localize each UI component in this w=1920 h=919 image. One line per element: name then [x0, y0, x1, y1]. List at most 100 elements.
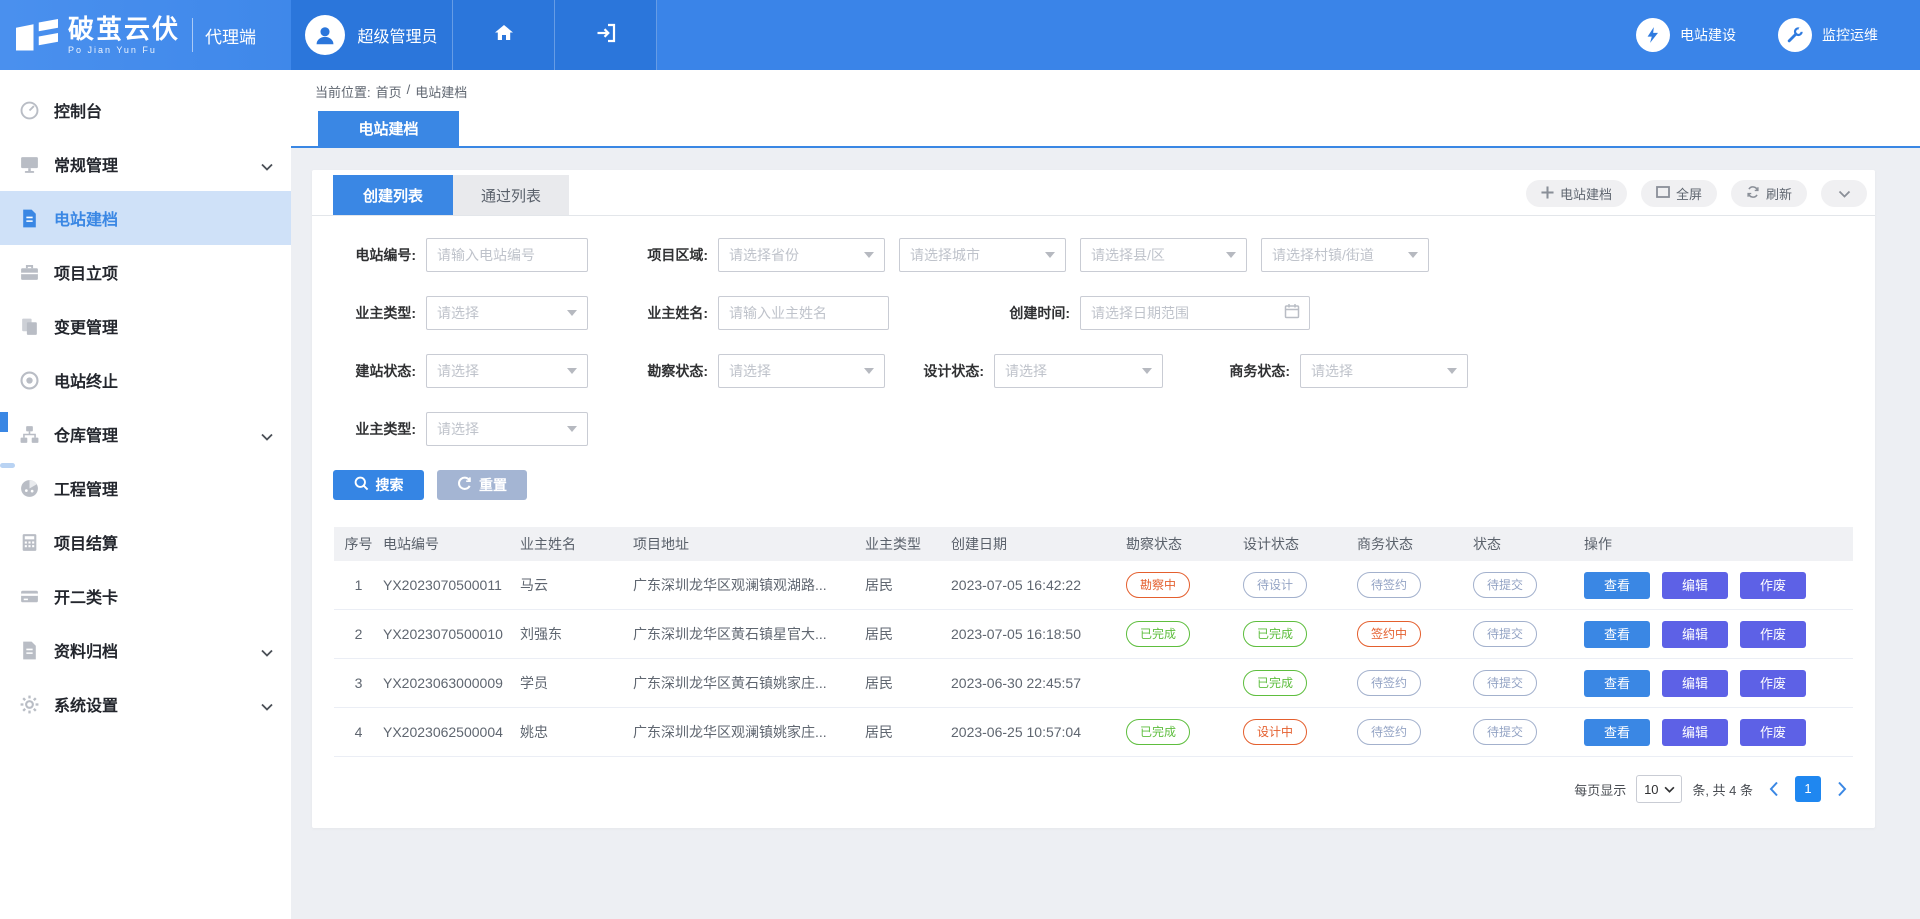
owner-type2-placeholder: 请选择: [437, 419, 479, 439]
next-page-button[interactable]: [1831, 776, 1853, 802]
create-station-button[interactable]: 电站建档: [1526, 180, 1627, 207]
edit-button[interactable]: 编辑: [1662, 572, 1728, 599]
table-row: 1 YX2023070500011 马云 广东深圳龙华区观澜镇观湖路... 居民…: [334, 561, 1853, 610]
archive-icon: [18, 639, 40, 661]
per-page-label: 每页显示: [1574, 780, 1626, 799]
home-button[interactable]: [453, 0, 555, 70]
tab-passed-list[interactable]: 通过列表: [453, 175, 569, 215]
tab-create-list[interactable]: 创建列表: [333, 175, 453, 215]
county-select[interactable]: 请选择县/区: [1080, 238, 1247, 272]
table-row: 3 YX2023063000009 学员 广东深圳龙华区黄石镇姚家庄... 居民…: [334, 659, 1853, 708]
void-button[interactable]: 作废: [1740, 719, 1806, 746]
status-badge: 已完成: [1243, 621, 1307, 647]
logo-icon: [16, 15, 58, 56]
owner-name-field: [718, 296, 889, 330]
owner-type2-select[interactable]: 请选择: [426, 412, 588, 446]
cell-sn: 1: [334, 577, 383, 593]
edit-button[interactable]: 编辑: [1662, 621, 1728, 648]
cell-created: 2023-06-25 10:57:04: [951, 724, 1126, 740]
sidebar-item-project-initiation[interactable]: 项目立项: [0, 245, 291, 299]
city-select[interactable]: 请选择城市: [899, 238, 1066, 272]
owner-type-label: 业主类型:: [316, 296, 416, 330]
calculator-icon: [18, 531, 40, 553]
page-tab-station-filing[interactable]: 电站建档: [318, 111, 459, 146]
col-header-owner: 业主姓名: [520, 534, 633, 554]
sidebar-item-open-type2-card[interactable]: 开二类卡: [0, 569, 291, 623]
refresh-button[interactable]: 刷新: [1731, 180, 1807, 207]
status-badge: 待签约: [1357, 572, 1421, 598]
survey-status-placeholder: 请选择: [729, 361, 771, 381]
void-button[interactable]: 作废: [1740, 621, 1806, 648]
sidebar-item-engineering-mgmt[interactable]: 工程管理: [0, 461, 291, 515]
owner-type2-label: 业主类型:: [316, 412, 416, 446]
calendar-icon[interactable]: [1284, 303, 1300, 324]
view-button[interactable]: 查看: [1584, 621, 1650, 648]
reset-label: 重置: [479, 475, 507, 495]
edit-button[interactable]: 编辑: [1662, 670, 1728, 697]
cell-code: YX2023063000009: [383, 675, 520, 691]
col-header-design: 设计状态: [1243, 534, 1357, 554]
sidebar-item-data-archive[interactable]: 资料归档: [0, 623, 291, 677]
sitemap-icon: [18, 423, 40, 445]
sidebar-item-system-settings[interactable]: 系统设置: [0, 677, 291, 731]
sidebar-item-console[interactable]: 控制台: [0, 83, 291, 137]
agent-tag: 代理端: [192, 18, 256, 52]
fullscreen-label: 全屏: [1676, 184, 1702, 203]
date-range-input[interactable]: [1081, 297, 1284, 329]
page-number-button[interactable]: 1: [1795, 776, 1821, 802]
build-status-select[interactable]: 请选择: [426, 354, 588, 388]
station-no-input[interactable]: [427, 239, 587, 271]
sidebar-scroll-indicator[interactable]: [0, 412, 8, 432]
user-menu[interactable]: 超级管理员: [291, 0, 453, 70]
cell-address: 广东深圳龙华区观澜镇姚家庄...: [633, 722, 865, 742]
sidebar-item-general-mgmt[interactable]: 常规管理: [0, 137, 291, 191]
col-header-created: 创建日期: [951, 534, 1126, 554]
cell-type: 居民: [865, 575, 951, 595]
breadcrumb-home-link[interactable]: 首页: [376, 82, 402, 101]
void-button[interactable]: 作废: [1740, 670, 1806, 697]
breadcrumb: 当前位置: 首页 / 电站建档: [315, 82, 467, 101]
view-button[interactable]: 查看: [1584, 719, 1650, 746]
owner-name-input[interactable]: [719, 297, 888, 329]
breadcrumb-current: 电站建档: [415, 82, 467, 101]
plus-icon: [1541, 186, 1554, 202]
sidebar-item-change-mgmt[interactable]: 变更管理: [0, 299, 291, 353]
sidebar-item-station-filing[interactable]: 电站建档: [0, 191, 291, 245]
view-button[interactable]: 查看: [1584, 670, 1650, 697]
chevron-down-icon: [261, 644, 273, 662]
col-header-sn: 序号: [334, 534, 383, 554]
fullscreen-button[interactable]: 全屏: [1641, 180, 1717, 207]
cell-sn: 4: [334, 724, 383, 740]
sidebar-item-warehouse-mgmt[interactable]: 仓库管理: [0, 407, 291, 461]
status-badge: 已完成: [1243, 670, 1307, 696]
logout-icon: [594, 21, 618, 50]
sidebar-item-label: 系统设置: [54, 692, 118, 716]
cell-owner: 学员: [520, 673, 633, 693]
void-button[interactable]: 作废: [1740, 572, 1806, 599]
mode-station-build[interactable]: 电站建设: [1636, 0, 1736, 70]
sidebar-item-label: 开二类卡: [54, 584, 118, 608]
design-status-select[interactable]: 请选择: [994, 354, 1163, 388]
collapse-button[interactable]: [1821, 180, 1867, 207]
sidebar-item-label: 变更管理: [54, 314, 118, 338]
edit-button[interactable]: 编辑: [1662, 719, 1728, 746]
search-button[interactable]: 搜索: [333, 470, 424, 500]
mode-monitor-ops[interactable]: 监控运维: [1778, 0, 1878, 70]
cell-owner: 马云: [520, 575, 633, 595]
select-caret-icon: [1447, 368, 1457, 374]
survey-status-select[interactable]: 请选择: [718, 354, 885, 388]
business-status-select[interactable]: 请选择: [1300, 354, 1468, 388]
logout-button[interactable]: [555, 0, 657, 70]
sidebar-item-project-settlement[interactable]: 项目结算: [0, 515, 291, 569]
prev-page-button[interactable]: [1763, 776, 1785, 802]
search-icon: [354, 476, 369, 494]
sidebar-item-station-termination[interactable]: 电站终止: [0, 353, 291, 407]
province-select[interactable]: 请选择省份: [718, 238, 885, 272]
view-button[interactable]: 查看: [1584, 572, 1650, 599]
reset-button[interactable]: 重置: [437, 470, 527, 500]
town-select[interactable]: 请选择村镇/街道: [1261, 238, 1429, 272]
cell-sn: 2: [334, 626, 383, 642]
per-page-select[interactable]: 10: [1636, 775, 1682, 803]
sidebar-item-label: 仓库管理: [54, 422, 118, 446]
owner-type-select[interactable]: 请选择: [426, 296, 588, 330]
